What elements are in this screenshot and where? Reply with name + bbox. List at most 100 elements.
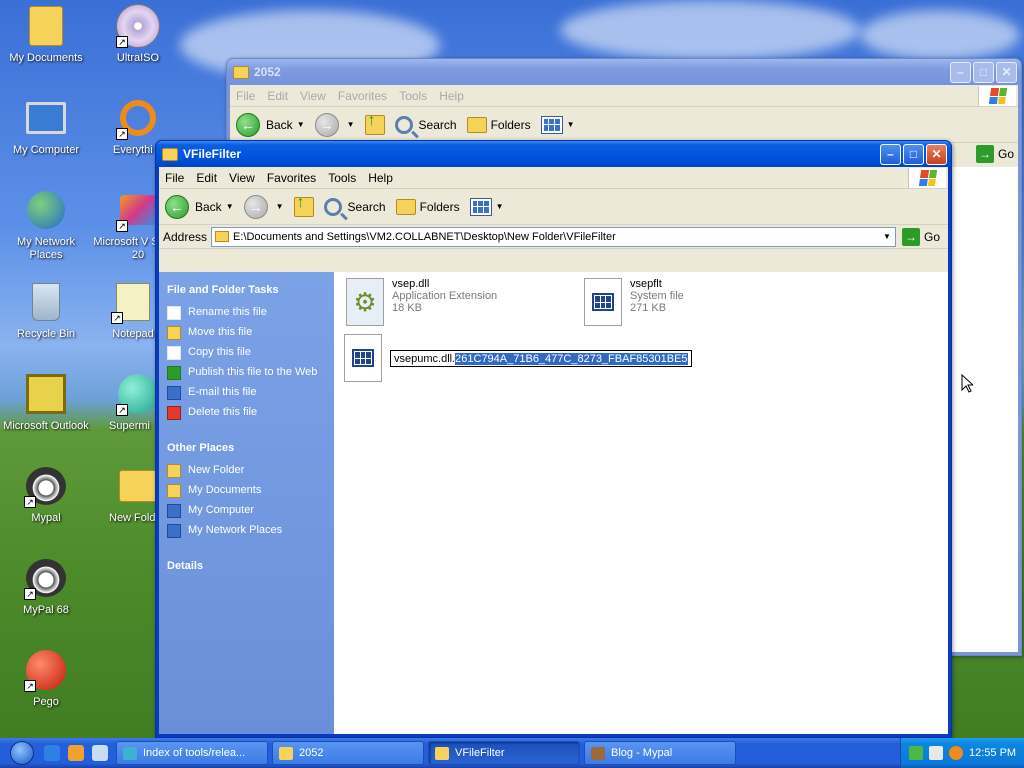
search-button[interactable]: Search [394, 115, 457, 134]
file-name: vsepflt [630, 278, 662, 290]
taskbar-button-index-of-tools[interactable]: Index of tools/relea... [116, 741, 268, 765]
raccoon-icon [591, 746, 605, 760]
desktop-icon-pego[interactable]: ↗ Pego [1, 648, 91, 709]
desktop-icon-mypal-68[interactable]: ↗ MyPal 68 [1, 556, 91, 617]
taskbar-button-2052[interactable]: 2052 [272, 741, 424, 765]
taskbar-button-blog-mypal[interactable]: Blog - Mypal [584, 741, 736, 765]
file-item[interactable]: vsep.dll Application Extension 18 KB [346, 278, 497, 326]
email-icon [167, 386, 181, 400]
desktop-icon-microsoft-outlook[interactable]: Microsoft Outlook [1, 372, 91, 433]
forward-button[interactable]: → ▼ [314, 112, 355, 137]
task-publish-file[interactable]: Publish this file to the Web [167, 366, 326, 380]
views-button[interactable]: ▼ [540, 115, 575, 134]
menu-help[interactable]: Help [433, 89, 470, 103]
details-heading[interactable]: Details [167, 560, 326, 572]
place-my-network-places[interactable]: My Network Places [167, 524, 326, 538]
task-move-file[interactable]: Move this file [167, 326, 326, 340]
taskbar-button-vfilefilter[interactable]: VFileFilter [428, 741, 580, 765]
maximize-button[interactable]: □ [903, 143, 924, 165]
window-titlebar[interactable]: VFileFilter – □ ✕ [156, 141, 951, 167]
menu-favorites[interactable]: Favorites [332, 89, 393, 103]
menu-tools[interactable]: Tools [393, 89, 433, 103]
task-pane: File and Folder Tasks Rename this file M… [159, 272, 334, 734]
address-dropdown-button[interactable]: ▼ [879, 228, 895, 246]
close-button[interactable]: ✕ [996, 61, 1017, 83]
file-item-renaming[interactable]: vsepumc.dll. 261C794A_71B6_477C_8273_FBAF… [344, 334, 692, 382]
folders-button[interactable]: Folders [395, 198, 460, 215]
other-places-heading[interactable]: Other Places [167, 442, 326, 454]
settings-icon[interactable] [92, 745, 108, 761]
globe-network-icon [24, 188, 68, 232]
task-label: Delete this file [188, 406, 258, 418]
desktop-icon-my-documents[interactable]: My Documents [1, 4, 91, 65]
taskbar-button-label: VFileFilter [455, 747, 505, 759]
menu-help[interactable]: Help [362, 171, 399, 185]
menu-file[interactable]: File [230, 89, 261, 103]
desktop-icon-my-network-places[interactable]: My Network Places [1, 188, 91, 262]
publish-web-icon [167, 366, 181, 380]
file-item[interactable]: vsepflt System file 271 KB [584, 278, 684, 326]
minimize-button[interactable]: – [880, 143, 901, 165]
computer-icon [24, 96, 68, 140]
views-button[interactable]: ▼ [469, 197, 504, 216]
task-delete-file[interactable]: Delete this file [167, 406, 326, 420]
notepad-icon: ↗ [111, 280, 155, 324]
desktop-icon-recycle-bin[interactable]: Recycle Bin [1, 280, 91, 341]
rename-input[interactable]: vsepumc.dll. 261C794A_71B6_477C_8273_FBAF… [390, 350, 692, 367]
minimize-button[interactable]: – [950, 61, 971, 83]
address-input[interactable]: E:\Documents and Settings\VM2.COLLABNET\… [211, 226, 896, 247]
desktop-icon-mypal[interactable]: ↗ Mypal [1, 464, 91, 525]
other-places: Other Places New Folder My Documents My … [167, 442, 326, 538]
menu-edit[interactable]: Edit [190, 171, 223, 185]
task-rename-file[interactable]: Rename this file [167, 306, 326, 320]
network-tray-icon[interactable] [909, 746, 923, 760]
folder-icon [279, 746, 293, 760]
menu-view[interactable]: View [223, 171, 261, 185]
place-my-computer[interactable]: My Computer [167, 504, 326, 518]
file-view[interactable]: vsep.dll Application Extension 18 KB vse… [334, 272, 948, 734]
clock[interactable]: 12:55 PM [969, 747, 1016, 759]
forward-button[interactable]: → ▼ [243, 194, 284, 219]
place-new-folder[interactable]: New Folder [167, 464, 326, 478]
window-titlebar[interactable]: 2052 – □ ✕ [227, 59, 1021, 85]
folders-icon [466, 116, 487, 133]
maximize-button[interactable]: □ [973, 61, 994, 83]
browser-icon [123, 746, 137, 760]
close-button[interactable]: ✕ [926, 143, 947, 165]
up-folder-button[interactable] [293, 194, 314, 217]
back-button[interactable]: ← Back ▼ [165, 194, 234, 219]
internet-explorer-icon[interactable] [44, 745, 60, 761]
tools-tray-icon[interactable] [929, 746, 943, 760]
search-label: Search [347, 199, 386, 214]
task-label: E-mail this file [188, 386, 257, 398]
go-button[interactable]: → Go [901, 227, 940, 246]
task-email-file[interactable]: E-mail this file [167, 386, 326, 400]
menu-edit[interactable]: Edit [261, 89, 294, 103]
place-my-documents[interactable]: My Documents [167, 484, 326, 498]
file-folder-tasks-heading[interactable]: File and Folder Tasks [167, 284, 326, 296]
start-button[interactable] [0, 738, 44, 768]
desktop-icon-label: My Computer [12, 144, 80, 156]
raccoon-icon[interactable] [68, 745, 84, 761]
back-label: Back [195, 199, 222, 214]
folders-button[interactable]: Folders [466, 116, 531, 133]
desktop-icon-label: MyPal 68 [23, 604, 69, 616]
desktop-icon-ultraiso[interactable]: ↗ UltraISO [93, 4, 183, 65]
task-copy-file[interactable]: Copy this file [167, 346, 326, 360]
search-tray-icon[interactable] [949, 746, 963, 760]
network-icon [167, 524, 181, 538]
menu-favorites[interactable]: Favorites [261, 171, 322, 185]
ring-icon: ↗ [116, 96, 160, 140]
menu-tools[interactable]: Tools [322, 171, 362, 185]
up-folder-button[interactable] [364, 112, 385, 135]
search-button[interactable]: Search [323, 197, 386, 216]
menubar: File Edit View Favorites Tools Help [159, 167, 948, 189]
desktop-icon-my-computer[interactable]: My Computer [1, 96, 91, 157]
explorer-window-vfilefilter[interactable]: VFileFilter – □ ✕ File Edit View Favorit… [155, 140, 952, 738]
menu-view[interactable]: View [294, 89, 332, 103]
system-tray: 12:55 PM [900, 738, 1024, 768]
back-button[interactable]: ← Back ▼ [236, 112, 305, 137]
go-button[interactable]: → Go [975, 145, 1014, 163]
supermi-icon: ↗ [116, 372, 160, 416]
menu-file[interactable]: File [159, 171, 190, 185]
